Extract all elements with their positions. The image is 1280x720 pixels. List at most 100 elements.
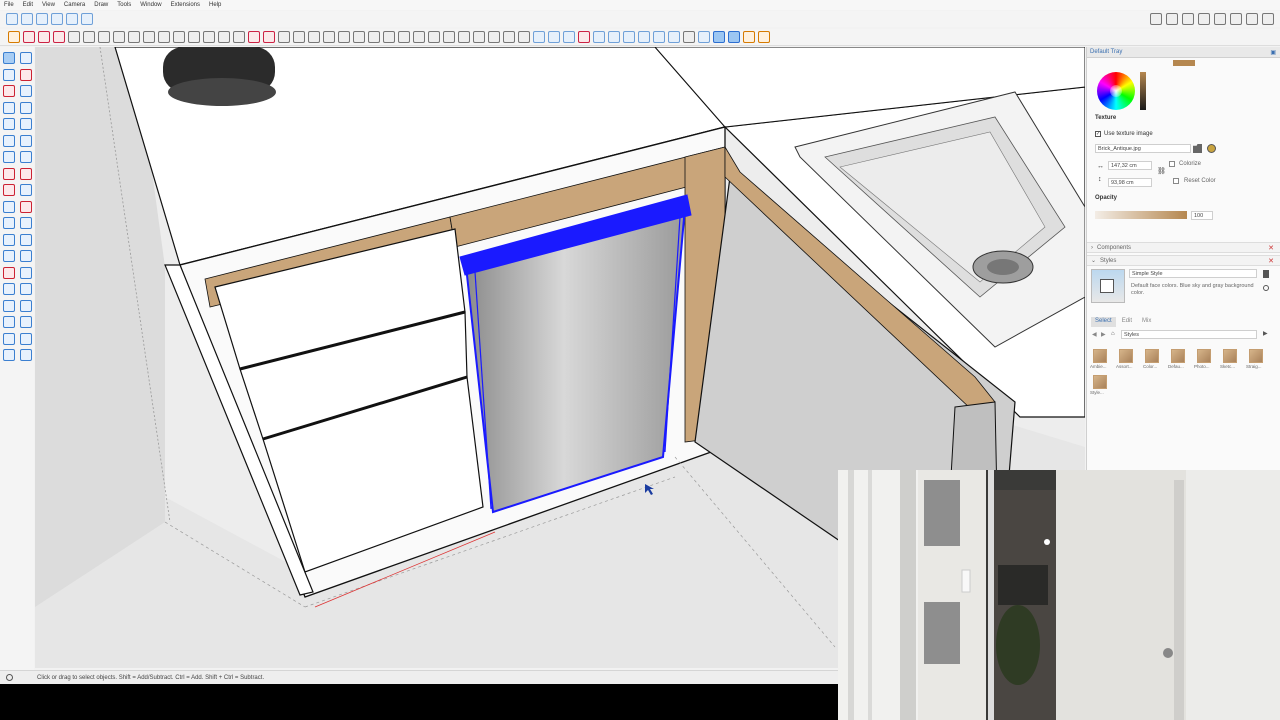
move-left-icon[interactable] — [3, 167, 15, 180]
open-file-icon[interactable] — [21, 13, 33, 25]
push-pull-icon[interactable] — [158, 31, 170, 43]
polygon-icon[interactable] — [3, 134, 15, 147]
view-back-icon[interactable] — [1214, 13, 1226, 25]
details-icon[interactable]: ▶ — [1263, 330, 1268, 337]
parallel-projection-icon[interactable] — [1262, 13, 1274, 25]
style-thumb-6[interactable] — [1223, 349, 1237, 363]
protractor-left-icon[interactable] — [3, 217, 15, 229]
split-icon[interactable] — [518, 31, 530, 43]
paint-bucket-icon[interactable] — [533, 31, 545, 43]
pie-icon[interactable] — [20, 134, 32, 147]
position-camera-left-icon[interactable] — [3, 316, 15, 328]
look-left-icon[interactable] — [20, 266, 32, 279]
paint-icon[interactable] — [3, 68, 15, 81]
texture-file-field[interactable]: Brick_Antique.jpg — [1095, 144, 1191, 153]
arc-tool-icon[interactable] — [128, 31, 140, 43]
zoom-extents-left-icon[interactable] — [3, 299, 15, 312]
styles-panel-header[interactable]: ⌄ Styles ✕ — [1087, 255, 1280, 266]
view-top-icon[interactable] — [1166, 13, 1178, 25]
protractor-icon[interactable] — [278, 31, 290, 43]
walk-icon[interactable] — [653, 31, 665, 43]
flip-edge-icon[interactable] — [428, 31, 440, 43]
menu-extensions[interactable]: Extensions — [171, 2, 200, 8]
menu-draw[interactable]: Draw — [94, 2, 108, 8]
add-detail-icon[interactable] — [413, 31, 425, 43]
circle-icon[interactable] — [20, 118, 32, 130]
section-plane-icon[interactable] — [683, 31, 695, 43]
tab-select[interactable]: Select — [1091, 317, 1116, 327]
nav-forward-icon[interactable]: ▶ — [1101, 331, 1106, 338]
style-thumb-8[interactable] — [1093, 375, 1107, 389]
zoom-window-left-icon[interactable] — [20, 283, 32, 295]
dimension-tool-icon[interactable] — [263, 31, 275, 43]
line-tool-icon[interactable] — [23, 31, 35, 43]
tape-measure-icon[interactable] — [248, 31, 260, 43]
browse-folder-icon[interactable] — [1193, 144, 1202, 153]
copy-icon[interactable] — [51, 13, 63, 25]
pan-left-icon[interactable] — [20, 250, 32, 262]
rotate-left-icon[interactable] — [20, 167, 32, 180]
drape-icon[interactable] — [398, 31, 410, 43]
text-tool-icon[interactable] — [293, 31, 305, 43]
look-around-icon[interactable] — [668, 31, 680, 43]
outer-shell-icon[interactable] — [443, 31, 455, 43]
style-thumb-5[interactable] — [1197, 349, 1211, 363]
save-icon[interactable] — [36, 13, 48, 25]
orbit-left-icon[interactable] — [3, 250, 15, 262]
follow-me-icon[interactable] — [173, 31, 185, 43]
union-icon[interactable] — [473, 31, 485, 43]
extension-wand-icon[interactable] — [758, 31, 770, 43]
smoove-icon[interactable] — [368, 31, 380, 43]
menu-camera[interactable]: Camera — [64, 2, 85, 8]
opacity-slider[interactable] — [1095, 211, 1187, 219]
intersect-icon[interactable] — [458, 31, 470, 43]
new-file-icon[interactable] — [6, 13, 18, 25]
select-tool-icon[interactable] — [8, 31, 20, 43]
tray-pin-icon[interactable]: ▣ — [1270, 49, 1276, 56]
menu-help[interactable]: Help — [209, 2, 221, 8]
use-texture-checkbox[interactable]: ✓ — [1095, 131, 1101, 137]
view-front-icon[interactable] — [1182, 13, 1194, 25]
nav-back-icon[interactable]: ◀ — [1092, 331, 1097, 338]
display-section-planes-icon[interactable] — [698, 31, 710, 43]
menu-window[interactable]: Window — [140, 2, 161, 8]
3dtext-left-icon[interactable] — [20, 233, 32, 246]
trim-icon[interactable] — [503, 31, 515, 43]
style-name-field[interactable]: Simple Style — [1129, 269, 1257, 278]
text-left-icon[interactable] — [20, 217, 32, 229]
extension-pencil-icon[interactable] — [743, 31, 755, 43]
zoom-window-icon[interactable] — [593, 31, 605, 43]
sandbox-left-icon[interactable] — [3, 332, 15, 345]
eraser-tool-icon[interactable] — [53, 31, 65, 43]
menu-edit[interactable]: Edit — [23, 2, 33, 8]
scale-tool-icon[interactable] — [233, 31, 245, 43]
close-styles-icon[interactable]: ✕ — [1268, 257, 1274, 265]
position-camera-icon[interactable] — [638, 31, 650, 43]
create-style-icon[interactable] — [1263, 270, 1269, 278]
texture-height-field[interactable]: 93,98 cm — [1108, 178, 1152, 187]
aspect-lock-icon[interactable]: ⛓ — [1157, 167, 1166, 175]
components-panel-header[interactable]: › Components ✕ — [1087, 242, 1280, 253]
polygon-tool-icon[interactable] — [113, 31, 125, 43]
zoom-left-icon[interactable] — [3, 283, 15, 295]
freehand-tool-icon[interactable] — [38, 31, 50, 43]
pie-tool-icon[interactable] — [143, 31, 155, 43]
menu-tools[interactable]: Tools — [117, 2, 131, 8]
sandbox2-left-icon[interactable] — [20, 332, 32, 345]
paste-icon[interactable] — [66, 13, 78, 25]
tape-left-icon[interactable] — [3, 200, 15, 213]
scale-left-icon[interactable] — [3, 184, 15, 196]
subtract-icon[interactable] — [488, 31, 500, 43]
menu-view[interactable]: View — [42, 2, 55, 8]
extension-warehouse-left-icon[interactable] — [20, 349, 32, 361]
opacity-field[interactable]: 100 — [1191, 211, 1213, 220]
menu-file[interactable]: File — [4, 2, 14, 8]
arc-icon[interactable] — [3, 101, 15, 114]
close-components-icon[interactable]: ✕ — [1268, 244, 1274, 252]
move-tool-icon[interactable] — [203, 31, 215, 43]
view-left-icon[interactable] — [1230, 13, 1242, 25]
previous-left-icon[interactable] — [20, 299, 32, 312]
arc-2pt-icon[interactable] — [20, 101, 32, 114]
zoom-icon[interactable] — [578, 31, 590, 43]
texture-width-field[interactable]: 147,32 cm — [1108, 161, 1152, 170]
